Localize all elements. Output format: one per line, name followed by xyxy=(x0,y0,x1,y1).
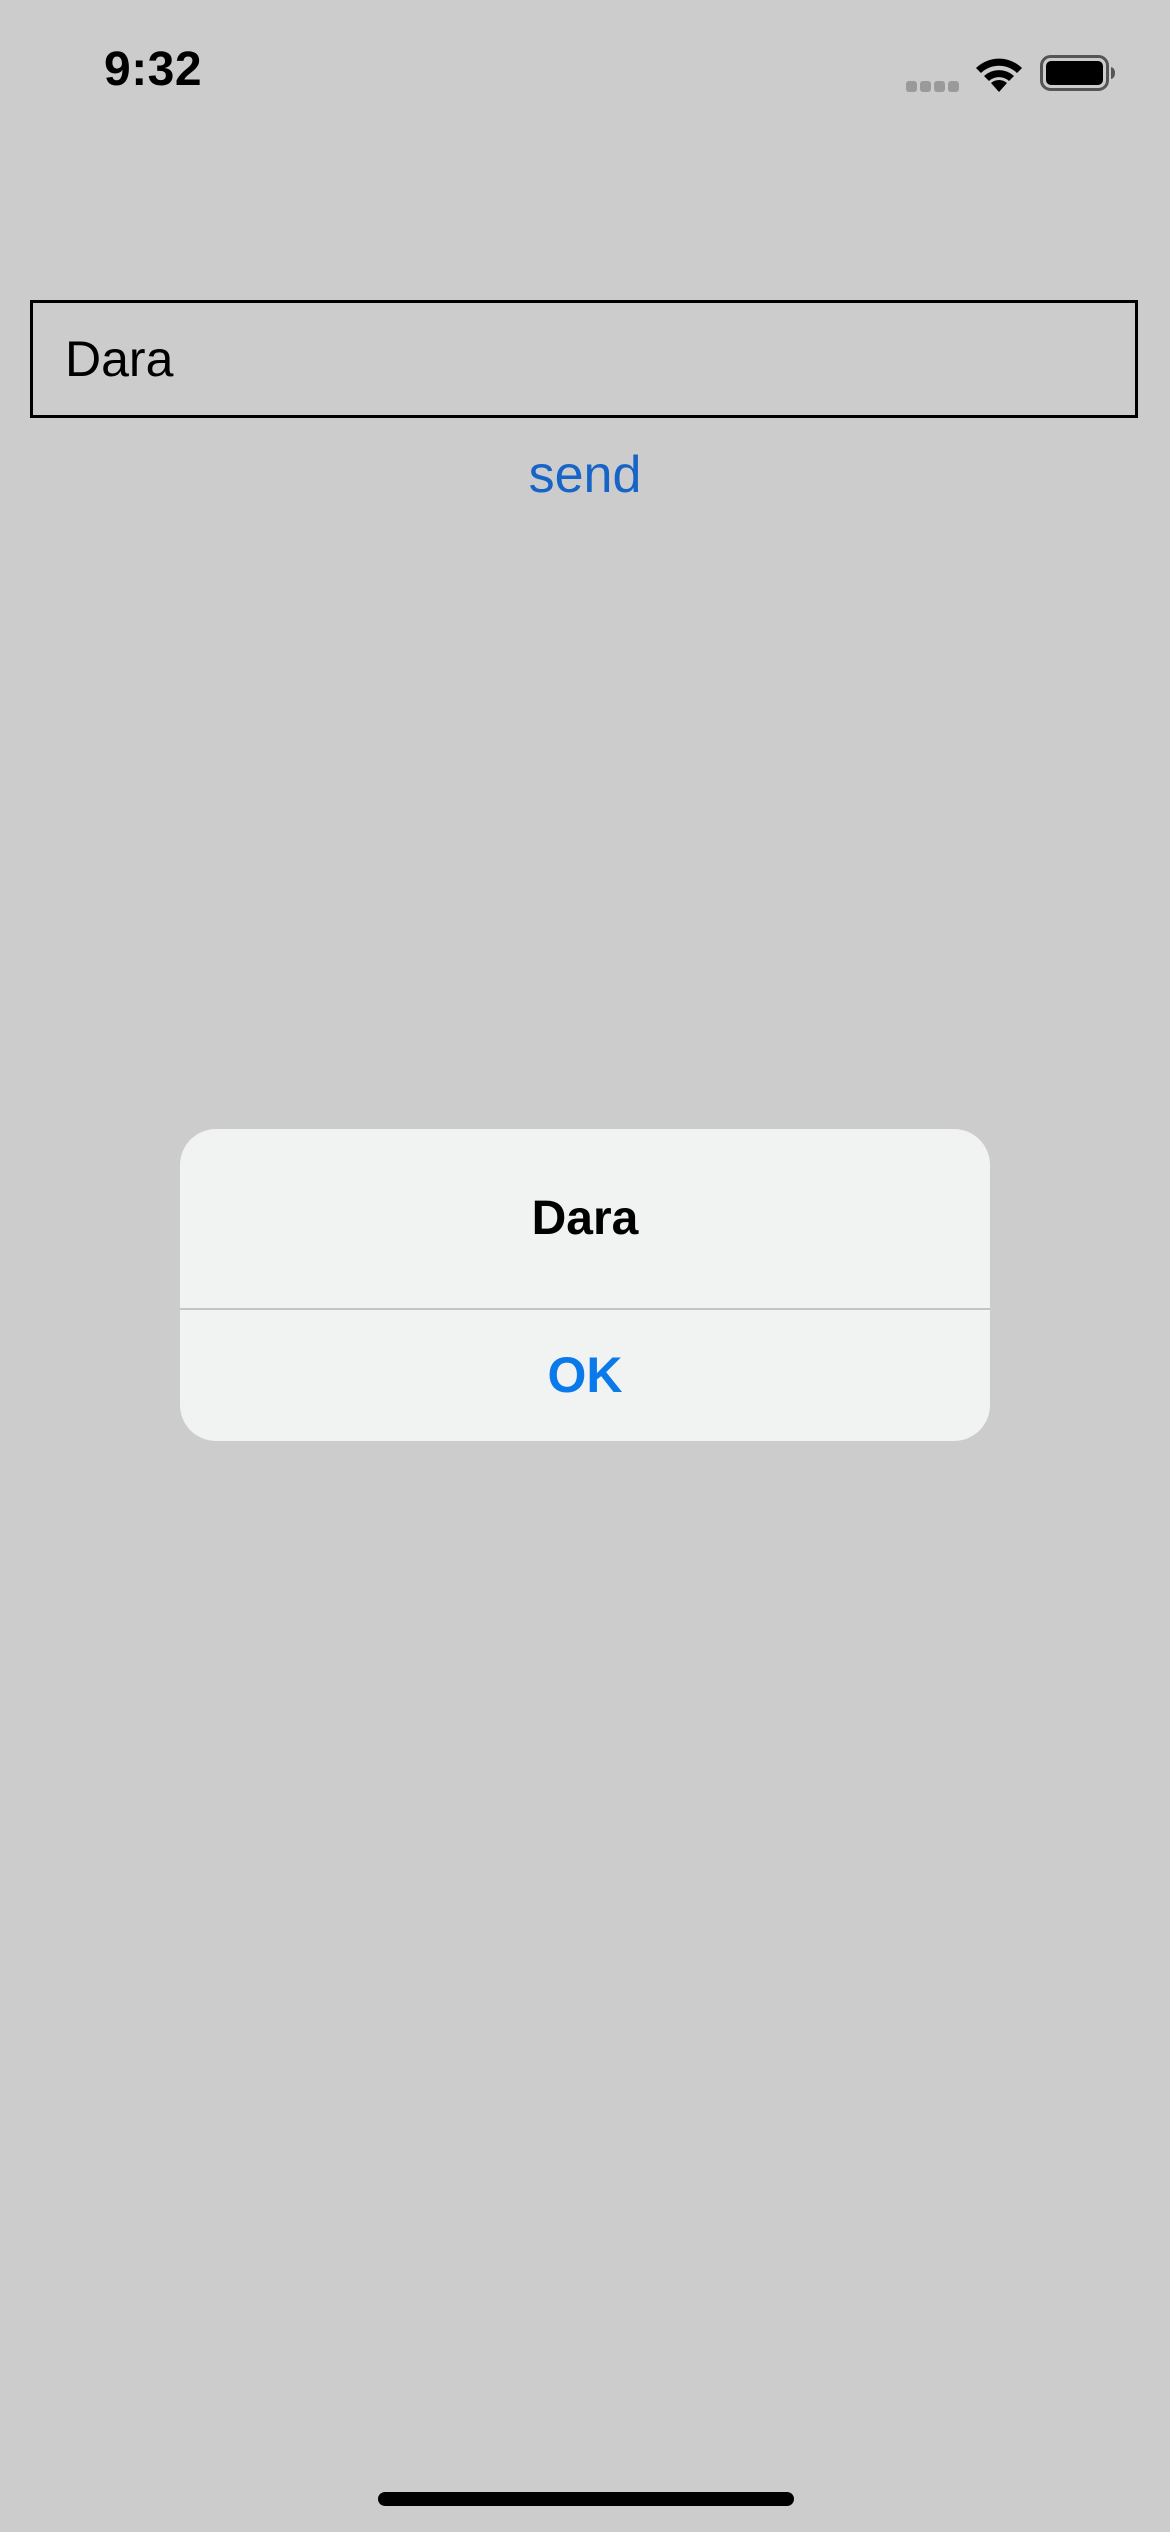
wifi-icon xyxy=(976,58,1022,92)
alert-ok-button[interactable]: OK xyxy=(180,1310,990,1441)
home-indicator[interactable] xyxy=(378,2492,794,2506)
battery-icon xyxy=(1040,55,1115,91)
alert-dialog: Dara OK xyxy=(180,1129,990,1441)
send-button[interactable]: send xyxy=(0,440,1170,510)
cellular-signal-icon xyxy=(906,81,960,93)
status-bar: 9:32 xyxy=(0,0,1170,150)
status-time: 9:32 xyxy=(104,43,203,96)
name-input[interactable] xyxy=(30,300,1138,418)
alert-title: Dara xyxy=(531,1192,639,1245)
